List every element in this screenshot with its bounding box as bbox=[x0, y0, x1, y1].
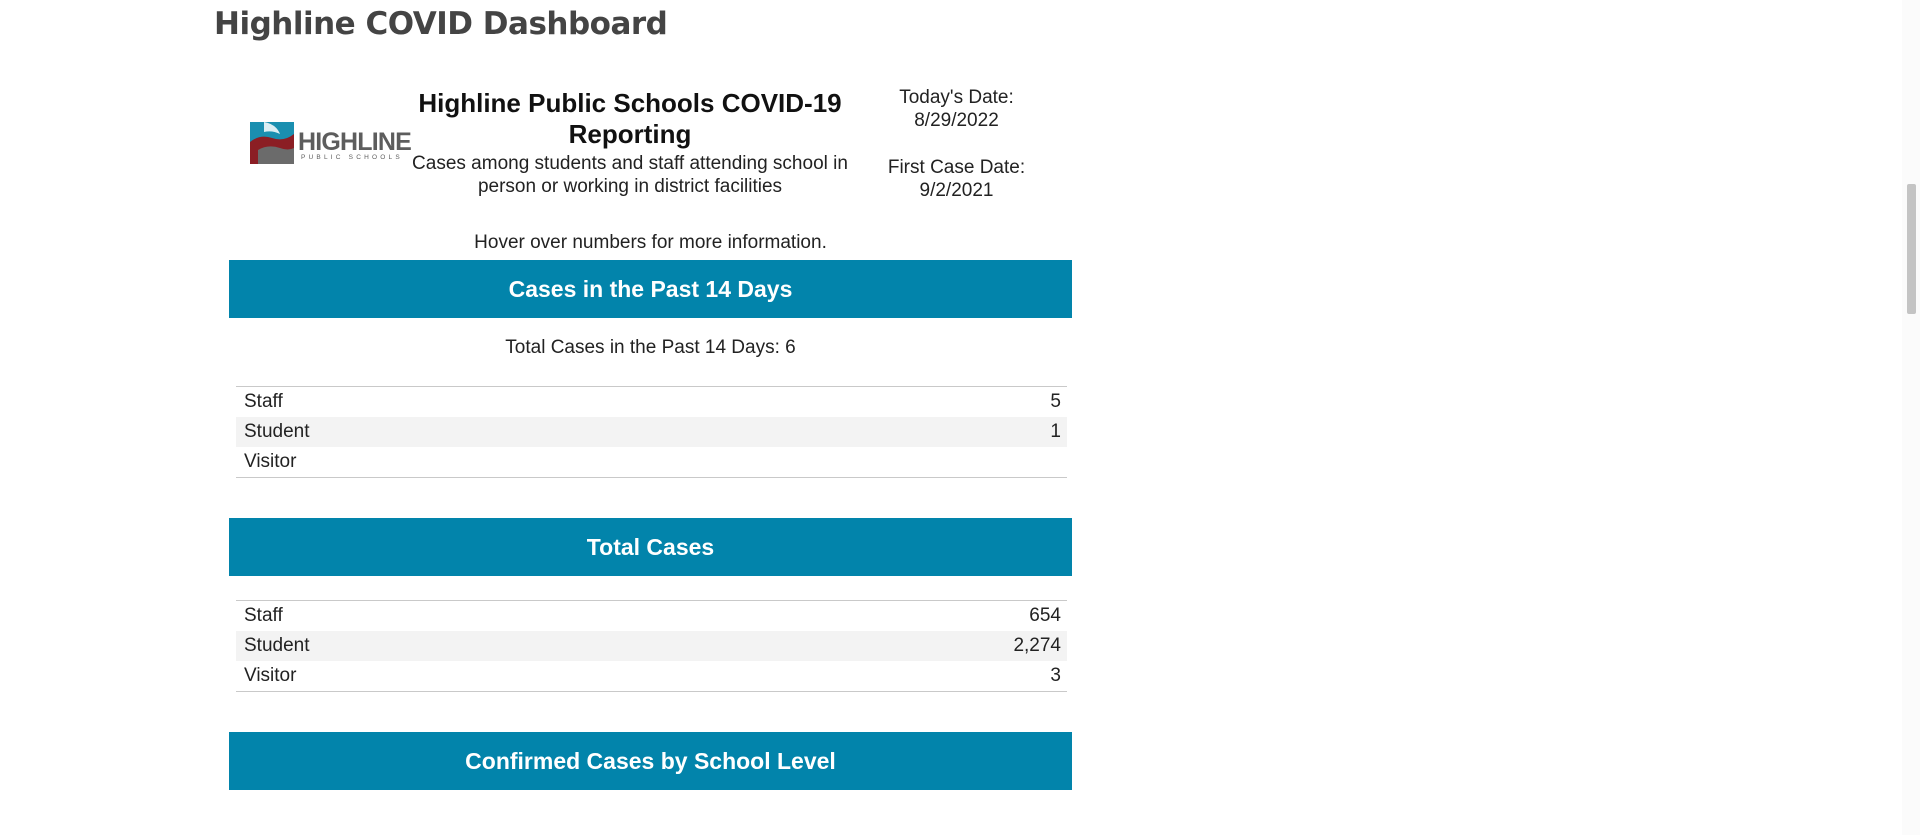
row-value[interactable]: 2,274 bbox=[704, 631, 1067, 661]
report-dates: Today's Date: 8/29/2022 First Case Date:… bbox=[869, 86, 1044, 202]
vertical-scrollbar[interactable] bbox=[1902, 0, 1920, 835]
highline-logo: HIGHLINE PUBLIC SCHOOLS bbox=[250, 120, 430, 168]
row-value[interactable]: 1 bbox=[870, 417, 1067, 447]
row-label: Student bbox=[236, 417, 871, 447]
report-title: Highline Public Schools COVID-19 Reporti… bbox=[418, 88, 842, 149]
row-label: Student bbox=[236, 631, 705, 661]
row-value[interactable]: 3 bbox=[704, 661, 1067, 691]
row-value[interactable]: 5 bbox=[871, 387, 1067, 417]
total-table: Staff 654 Student 2,274 Visitor 3 bbox=[236, 600, 1067, 692]
by-level-section-header: Confirmed Cases by School Level bbox=[229, 732, 1072, 790]
report: HIGHLINE PUBLIC SCHOOLS Highline Public … bbox=[229, 80, 1072, 790]
report-header: HIGHLINE PUBLIC SCHOOLS Highline Public … bbox=[229, 80, 1072, 260]
logo-wordmark: HIGHLINE bbox=[298, 128, 412, 156]
past14-total-line[interactable]: Total Cases in the Past 14 Days: 6 bbox=[229, 318, 1072, 386]
scrollbar-thumb[interactable] bbox=[1907, 184, 1916, 314]
table-row: Staff 654 bbox=[236, 601, 1067, 631]
row-value[interactable]: 654 bbox=[704, 601, 1067, 631]
table-row: Student 1 bbox=[236, 417, 1067, 447]
table-row: Visitor 3 bbox=[236, 661, 1067, 691]
logo-emblem-icon bbox=[250, 122, 294, 164]
todays-date-value: 8/29/2022 bbox=[914, 110, 999, 131]
page-title: Highline COVID Dashboard bbox=[214, 6, 668, 42]
row-label: Staff bbox=[244, 605, 283, 626]
page: Highline COVID Dashboard HIGHLINE PUBLIC… bbox=[0, 0, 1920, 835]
table-row: Visitor bbox=[236, 447, 1067, 477]
todays-date-label: Today's Date: bbox=[899, 87, 1014, 108]
past14-section-header: Cases in the Past 14 Days bbox=[229, 260, 1072, 318]
table-row: Student 2,274 bbox=[236, 631, 1067, 661]
table-row: Staff 5 bbox=[236, 387, 1067, 417]
first-case-date-label: First Case Date: bbox=[887, 157, 1026, 178]
logo-subtext: PUBLIC SCHOOLS bbox=[301, 154, 403, 161]
row-label: Visitor bbox=[244, 665, 297, 686]
first-case-date-value: 9/2/2021 bbox=[919, 180, 994, 201]
hover-note: Hover over numbers for more information. bbox=[474, 232, 827, 253]
report-subtitle: Cases among students and staff attending… bbox=[412, 153, 848, 197]
report-heading: Highline Public Schools COVID-19 Reporti… bbox=[409, 88, 851, 198]
past14-table: Staff 5 Student 1 Visitor bbox=[236, 386, 1067, 478]
row-label: Staff bbox=[244, 391, 283, 412]
row-value[interactable] bbox=[871, 447, 1067, 477]
total-section-header: Total Cases bbox=[229, 518, 1072, 576]
row-label: Visitor bbox=[244, 451, 297, 472]
